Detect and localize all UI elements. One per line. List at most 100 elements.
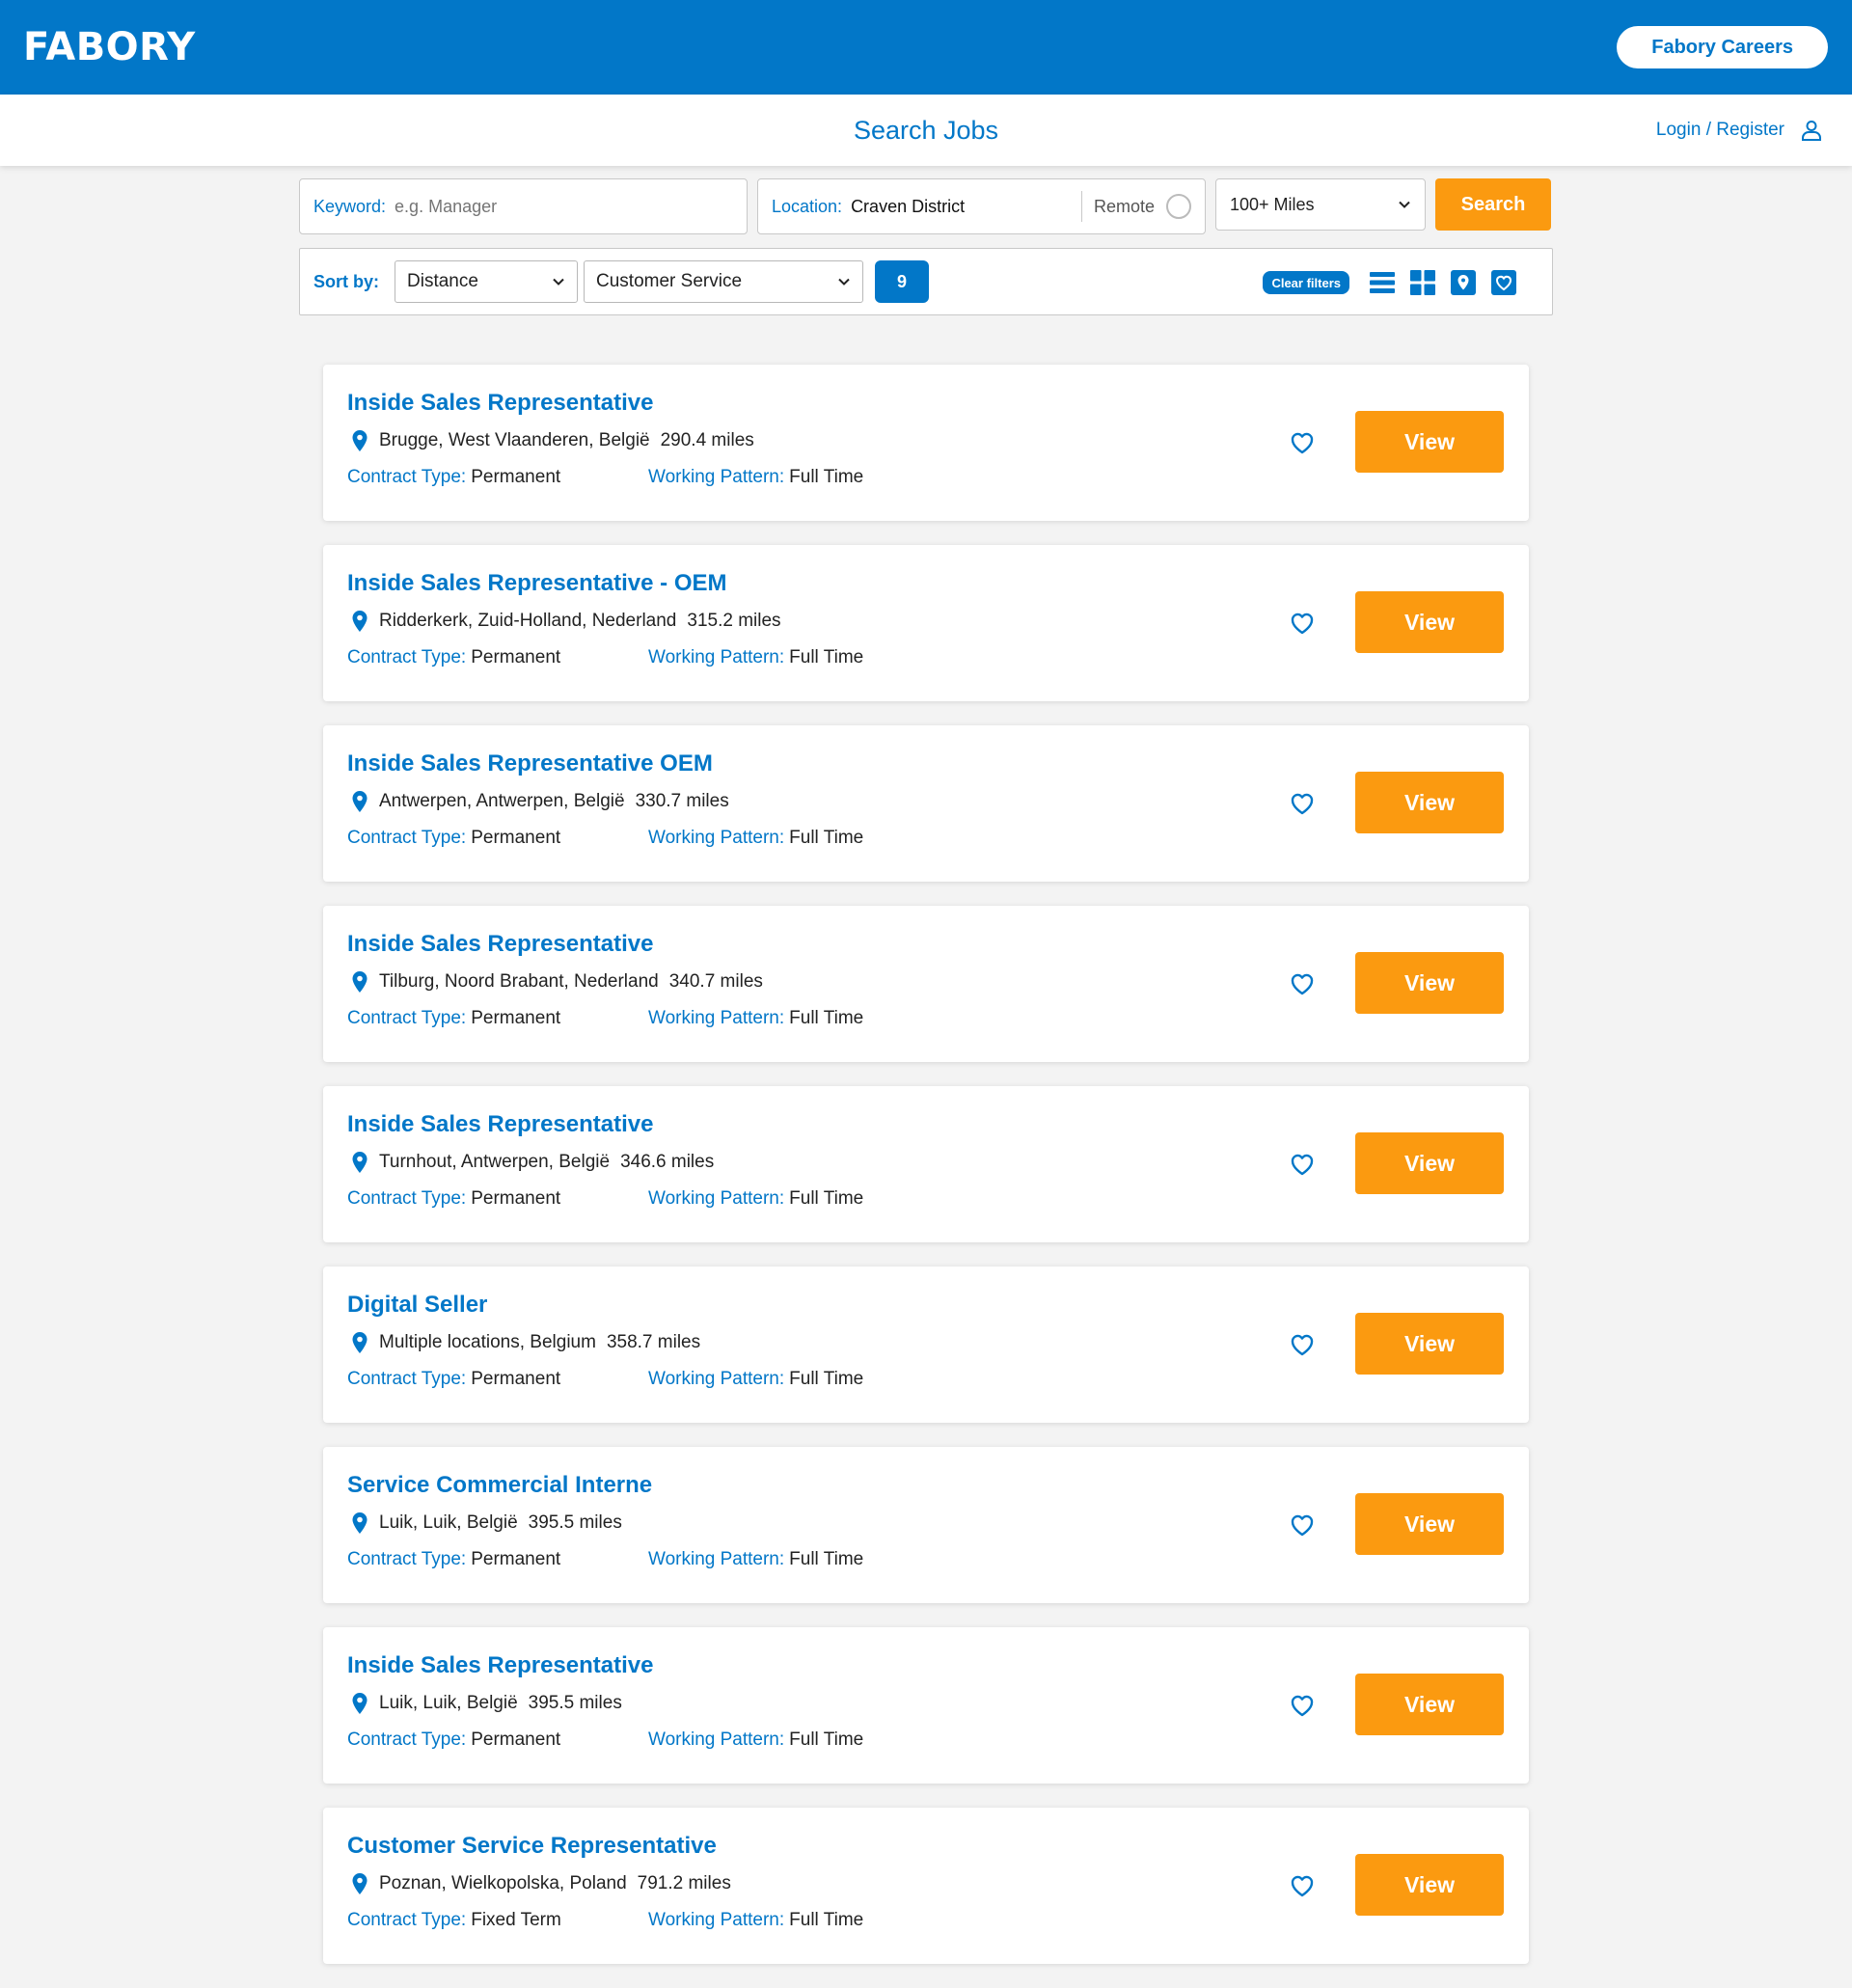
working-pattern: Working Pattern: Full Time [648,1729,863,1755]
radius-select[interactable]: 100+ Miles [1215,178,1426,231]
job-title[interactable]: Inside Sales Representative [347,1652,1529,1681]
heart-icon[interactable] [1288,609,1317,638]
working-pattern-label: Working Pattern: [648,1008,785,1028]
working-pattern: Working Pattern: Full Time [648,1910,863,1935]
contract-type-label: Contract Type: [347,1008,467,1028]
search-button[interactable]: Search [1435,178,1551,231]
view-job-button[interactable]: View [1355,1132,1504,1194]
job-title[interactable]: Customer Service Representative [347,1833,1529,1862]
view-job-button[interactable]: View [1355,1854,1504,1916]
job-title[interactable]: Digital Seller [347,1292,1529,1321]
contract-type-label: Contract Type: [347,1188,467,1209]
job-meta: Contract Type: Permanent Working Pattern: F… [347,1369,1529,1394]
job-location-text: Ridderkerk, Zuid-Holland, Nederland [379,611,677,631]
working-pattern-value: Full Time [789,1369,864,1389]
chevron-down-icon [553,278,564,286]
working-pattern-label: Working Pattern: [648,467,785,487]
location-field[interactable]: Location: Craven District Remote [757,178,1206,234]
heart-icon[interactable] [1288,1871,1317,1900]
view-job-button[interactable]: View [1355,591,1504,653]
keyword-label: Keyword: [313,196,387,216]
working-pattern: Working Pattern: Full Time [648,1549,863,1574]
contract-type-label: Contract Type: [347,1910,467,1930]
location-input[interactable]: Craven District [851,197,1070,217]
job-card: Digital Seller Multiple locations, Belgiu… [323,1266,1529,1423]
fabory-careers-button[interactable]: Fabory Careers [1617,26,1828,68]
contract-type-label: Contract Type: [347,467,467,487]
job-title[interactable]: Inside Sales Representative - OEM [347,570,1529,599]
contract-type-value: Permanent [471,1008,561,1028]
job-meta: Contract Type: Permanent Working Pattern: F… [347,647,1529,672]
heart-icon[interactable] [1288,1511,1317,1539]
location-pin-icon [352,611,368,632]
job-location: Antwerpen, Antwerpen, België 330.7 miles [347,789,1529,814]
job-distance: 340.7 miles [668,971,763,992]
job-distance: 791.2 miles [637,1873,731,1893]
working-pattern-label: Working Pattern: [648,828,785,848]
sort-select[interactable]: Distance [395,260,579,303]
location-pin-icon [352,971,368,993]
job-title[interactable]: Inside Sales Representative OEM [347,750,1529,779]
working-pattern-label: Working Pattern: [648,1910,785,1930]
location-pin-icon [352,1152,368,1173]
contract-type: Contract Type: Permanent [347,1369,648,1394]
keyword-field[interactable]: Keyword: e.g. Manager [299,178,748,234]
job-meta: Contract Type: Permanent Working Pattern: F… [347,1549,1529,1574]
heart-icon[interactable] [1288,1691,1317,1720]
view-job-button[interactable]: View [1355,772,1504,833]
heart-icon[interactable] [1490,269,1517,296]
location-pin-icon [352,1693,368,1714]
map-pin-icon[interactable] [1450,269,1477,296]
view-job-button[interactable]: View [1355,411,1504,473]
list-view-icon[interactable] [1369,269,1396,296]
result-count-badge[interactable]: 9 [875,260,930,303]
view-job-button[interactable]: View [1355,1313,1504,1375]
job-title[interactable]: Inside Sales Representative [347,931,1529,960]
working-pattern-value: Full Time [789,1188,864,1209]
contract-type-label: Contract Type: [347,828,467,848]
working-pattern: Working Pattern: Full Time [648,467,863,492]
working-pattern-value: Full Time [789,1008,864,1028]
remote-toggle[interactable] [1166,194,1191,219]
heart-icon[interactable] [1288,789,1317,818]
view-job-button[interactable]: View [1355,952,1504,1014]
heart-icon[interactable] [1288,1330,1317,1359]
location-pin-icon [352,791,368,812]
view-job-button[interactable]: View [1355,1493,1504,1555]
job-list: Inside Sales Representative Brugge, West … [323,365,1529,1988]
grid-view-icon[interactable] [1409,269,1436,296]
job-meta: Contract Type: Permanent Working Pattern: F… [347,467,1529,492]
keyword-input[interactable]: e.g. Manager [395,197,497,217]
job-location: Brugge, West Vlaanderen, België 290.4 mil… [347,428,1529,453]
job-location-text: Luik, Luik, België [379,1512,518,1533]
working-pattern-label: Working Pattern: [648,1369,785,1389]
fabory-logo[interactable]: FABORY [23,25,196,69]
job-card: Service Commercial Interne Luik, Luik, Be… [323,1447,1529,1603]
job-location: Poznan, Wielkopolska, Poland 791.2 miles [347,1871,1529,1896]
contract-type-value: Permanent [471,647,561,667]
contract-type-value: Fixed Term [471,1910,561,1930]
heart-icon[interactable] [1288,428,1317,457]
job-location-text: Multiple locations, Belgium [379,1332,596,1352]
job-title[interactable]: Inside Sales Representative [347,390,1529,419]
category-select[interactable]: Customer Service [584,260,864,303]
login-register-link[interactable]: Login / Register [1656,95,1823,166]
location-divider [1080,191,1082,222]
clear-filters-button[interactable]: Clear filters [1263,271,1349,294]
heart-icon[interactable] [1288,1150,1317,1179]
user-icon [1802,121,1821,141]
job-distance: 346.6 miles [620,1152,715,1172]
job-location-text: Brugge, West Vlaanderen, België [379,430,650,450]
contract-type: Contract Type: Permanent [347,1008,648,1033]
remote-label: Remote [1093,196,1155,216]
job-title[interactable]: Inside Sales Representative [347,1111,1529,1140]
working-pattern-value: Full Time [789,1729,864,1750]
job-title[interactable]: Service Commercial Interne [347,1472,1529,1501]
search-row: Keyword: e.g. Manager Location: Craven D… [299,178,1553,234]
page-title[interactable]: Search Jobs [854,116,998,146]
contract-type-value: Permanent [471,1188,561,1209]
view-job-button[interactable]: View [1355,1674,1504,1735]
contract-type-value: Permanent [471,1369,561,1389]
job-location: Ridderkerk, Zuid-Holland, Nederland 315.2… [347,609,1529,634]
heart-icon[interactable] [1288,969,1317,998]
